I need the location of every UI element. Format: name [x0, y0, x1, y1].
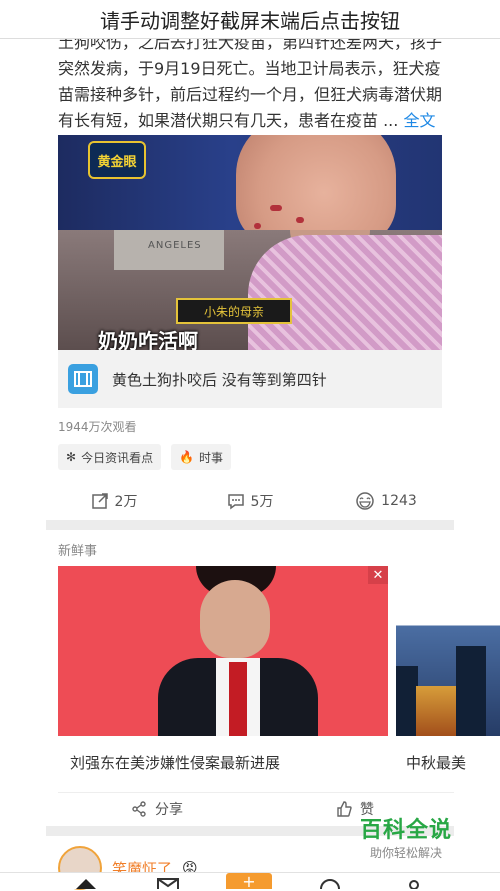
- arm-image: [236, 135, 396, 245]
- compose-button[interactable]: +: [226, 873, 272, 891]
- share-button[interactable]: 分享: [58, 793, 256, 825]
- image-tie: [229, 662, 247, 736]
- news-card-title-2[interactable]: 中秋最美: [406, 752, 466, 773]
- post-body: 土狗咬伤，之后去打狂犬疫苗，第四针还差两天，孩子突然发病，于9月19日死亡。当地…: [58, 33, 443, 130]
- view-count: 1944万次观看: [58, 420, 137, 434]
- post-text: 土狗咬伤，之后去打狂犬疫苗，第四针还差两天，孩子突然发病，于9月19日死亡。当地…: [58, 30, 444, 134]
- watermark-subtitle: 助你轻松解决: [370, 846, 443, 860]
- comment-icon: [227, 494, 244, 510]
- lit-building: [416, 686, 456, 736]
- repost-count: 2万: [114, 494, 138, 510]
- video-thumbnail[interactable]: 黄金眼 ANGELES 小朱的母亲 奶奶咋活啊: [58, 135, 442, 350]
- building-shape: [396, 666, 418, 736]
- repost-icon: [91, 493, 108, 509]
- video-icon: [68, 364, 98, 394]
- like-count: 1243: [381, 493, 417, 509]
- news-card-image[interactable]: ✕: [58, 566, 388, 736]
- video-subtitle: 奶奶咋活啊: [98, 329, 198, 350]
- banner-text: 请手动调整好截屏末端后点击按钮: [100, 8, 400, 33]
- repost-button[interactable]: 2万: [46, 482, 182, 520]
- section-divider: [46, 520, 454, 530]
- wound-mark: [270, 205, 282, 211]
- section-title: 新鲜事: [58, 544, 98, 559]
- logo-text: 黄金眼: [97, 154, 137, 170]
- news-card-image-2[interactable]: [396, 566, 500, 736]
- thumbs-up-icon: [337, 801, 352, 817]
- watermark: 百科全说 助你轻松解决: [360, 812, 480, 862]
- bottom-nav: +: [0, 872, 500, 891]
- watermark-title: 百科全说: [360, 818, 453, 843]
- discover-icon[interactable]: [318, 877, 342, 889]
- close-icon[interactable]: ✕: [368, 566, 388, 584]
- shirt-text: ANGELES: [148, 240, 202, 251]
- wound-mark: [296, 217, 304, 223]
- laugh-icon: [356, 492, 374, 510]
- post-actions: 2万 5万 1243: [46, 482, 454, 521]
- like-button[interactable]: 1243: [318, 482, 454, 520]
- image-face: [200, 580, 270, 658]
- caption-tag: 小朱的母亲: [176, 298, 292, 324]
- screenshot-instruction-banner[interactable]: 请手动调整好截屏末端后点击按钮: [0, 0, 500, 39]
- person-shirt: [248, 235, 442, 350]
- background-person: ANGELES: [114, 230, 224, 270]
- share-icon: [132, 801, 146, 817]
- topic-chips: ✻ 今日资讯看点 🔥 时事: [58, 444, 232, 470]
- expand-link[interactable]: 全文: [403, 111, 435, 130]
- video-title: 黄色土狗扑咬后 没有等到第四针: [112, 370, 327, 389]
- flower-icon: ✻: [66, 450, 77, 464]
- chip-label: 今日资讯看点: [81, 450, 154, 465]
- mail-icon[interactable]: [156, 877, 180, 889]
- chip-current-affairs[interactable]: 🔥 时事: [171, 444, 232, 470]
- comment-button[interactable]: 5万: [182, 482, 318, 520]
- news-card-title[interactable]: 刘强东在美涉嫌性侵案最新进展: [70, 752, 280, 773]
- comment-count: 5万: [250, 494, 274, 510]
- share-label: 分享: [155, 802, 183, 818]
- building-shape: [456, 646, 486, 736]
- home-icon[interactable]: [74, 877, 98, 889]
- channel-logo: 黄金眼: [88, 141, 146, 179]
- wound-mark: [254, 223, 261, 229]
- chip-topic[interactable]: ✻ 今日资讯看点: [58, 444, 162, 470]
- video-title-bar[interactable]: 黄色土狗扑咬后 没有等到第四针: [58, 350, 442, 408]
- flame-icon: 🔥: [179, 450, 195, 464]
- chip-label: 时事: [199, 450, 224, 465]
- profile-icon[interactable]: [402, 877, 426, 889]
